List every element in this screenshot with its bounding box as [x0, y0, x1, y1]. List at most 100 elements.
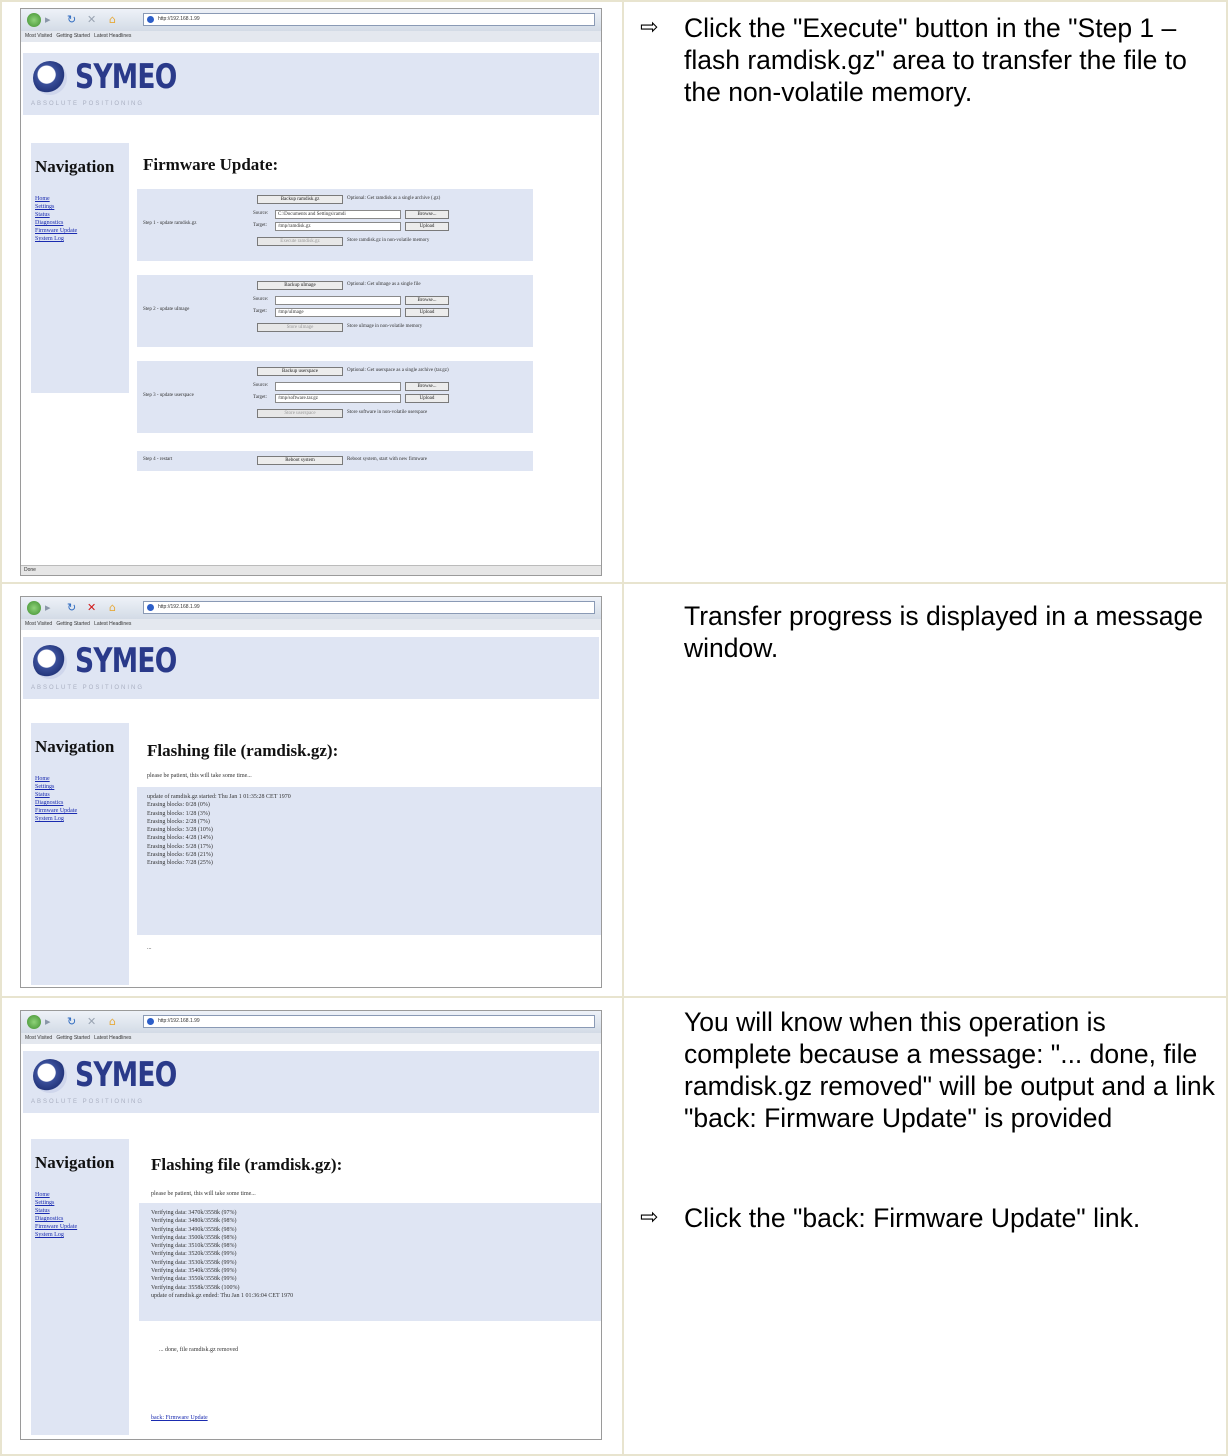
- bookmark-most-visited[interactable]: Most Visited: [25, 621, 52, 627]
- home-icon[interactable]: ⌂: [109, 601, 116, 615]
- url-bar[interactable]: http://192.168.1.99: [143, 13, 595, 26]
- reload-icon[interactable]: ↻: [67, 601, 76, 615]
- step-3-label: Step 3 - update userspace: [143, 393, 194, 398]
- browse-button[interactable]: Browse...: [405, 210, 449, 219]
- nav-link-settings[interactable]: Settings: [35, 1199, 77, 1207]
- browse-button[interactable]: Browse...: [405, 296, 449, 305]
- bookmark-getting-started[interactable]: Getting Started: [56, 33, 90, 39]
- nav-link-firmware-update[interactable]: Firmware Update: [35, 227, 77, 235]
- nav-link-diagnostics[interactable]: Diagnostics: [35, 1215, 77, 1223]
- browse-button[interactable]: Browse...: [405, 382, 449, 391]
- forward-icon[interactable]: ▸: [45, 13, 51, 27]
- nav-link-system-log[interactable]: System Log: [35, 815, 77, 823]
- logo-icon: [33, 1059, 67, 1093]
- ellipsis-text: ...: [147, 945, 152, 951]
- arrow-icon: ⇨: [640, 1205, 659, 1230]
- patience-notice: please be patient, this will take some t…: [147, 773, 252, 779]
- target-input[interactable]: /tmp/uImage: [275, 308, 401, 317]
- instruction-complete: You will know when this operation is com…: [640, 1006, 1220, 1134]
- bookmark-latest-headlines[interactable]: Latest Headlines: [94, 1035, 131, 1041]
- execute-note: Store software in non-volatile userspace: [347, 410, 428, 415]
- execute-button[interactable]: Store userspace: [257, 409, 343, 418]
- instruction-text: Click the "Execute" button in the "Step …: [684, 13, 1187, 107]
- logo-subtitle: ABSOLUTE POSITIONING: [31, 685, 145, 691]
- logo-subtitle: ABSOLUTE POSITIONING: [31, 101, 145, 107]
- sidebar: Navigation Home Settings Status Diagnost…: [31, 143, 129, 393]
- nav-link-firmware-update[interactable]: Firmware Update: [35, 1223, 77, 1231]
- bookmark-most-visited[interactable]: Most Visited: [25, 1035, 52, 1041]
- execute-button[interactable]: Execute ramdisk.gz: [257, 237, 343, 246]
- reload-icon[interactable]: ↻: [67, 13, 76, 27]
- upload-button[interactable]: Upload: [405, 222, 449, 231]
- source-input[interactable]: [275, 296, 401, 305]
- url-text: http://192.168.1.99: [158, 1018, 200, 1024]
- url-text: http://192.168.1.99: [158, 16, 200, 22]
- nav-link-settings[interactable]: Settings: [35, 783, 77, 791]
- bookmark-getting-started[interactable]: Getting Started: [56, 1035, 90, 1041]
- execute-button[interactable]: Store uImage: [257, 323, 343, 332]
- browser-toolbar: ▸ ↻ ✕ ⌂ http://192.168.1.99: [21, 1011, 601, 1033]
- source-input[interactable]: C:\Documents and Settings\ramdi: [275, 210, 401, 219]
- nav-link-firmware-update[interactable]: Firmware Update: [35, 807, 77, 815]
- step-4-label: Step 4 - restart: [143, 457, 173, 462]
- back-icon[interactable]: [27, 13, 41, 27]
- browser-toolbar: ▸ ↻ ✕ ⌂ http://192.168.1.99: [21, 597, 601, 619]
- nav-link-home[interactable]: Home: [35, 195, 77, 203]
- nav-link-home[interactable]: Home: [35, 775, 77, 783]
- table-rule: [0, 582, 1228, 584]
- home-icon[interactable]: ⌂: [109, 13, 116, 27]
- stop-icon[interactable]: ✕: [87, 601, 96, 615]
- back-firmware-update-link[interactable]: back: Firmware Update: [151, 1415, 208, 1421]
- stop-icon[interactable]: ✕: [87, 1015, 96, 1029]
- upload-button[interactable]: Upload: [405, 394, 449, 403]
- nav-link-status[interactable]: Status: [35, 791, 77, 799]
- nav-link-diagnostics[interactable]: Diagnostics: [35, 799, 77, 807]
- screenshot-flashing-done: ▸ ↻ ✕ ⌂ http://192.168.1.99 Most Visited…: [20, 1010, 602, 1440]
- table-rule: [0, 0, 2, 1456]
- instruction-text: You will know when this operation is com…: [684, 1007, 1215, 1133]
- nav-link-diagnostics[interactable]: Diagnostics: [35, 219, 77, 227]
- bookmark-getting-started[interactable]: Getting Started: [56, 621, 90, 627]
- target-input[interactable]: /tmp/ramdisk.gz: [275, 222, 401, 231]
- backup-userspace-button[interactable]: Backup userspace: [257, 367, 343, 376]
- upload-button[interactable]: Upload: [405, 308, 449, 317]
- reload-icon[interactable]: ↻: [67, 1015, 76, 1029]
- nav-link-home[interactable]: Home: [35, 1191, 77, 1199]
- nav-links: Home Settings Status Diagnostics Firmwar…: [35, 775, 77, 823]
- stop-icon[interactable]: ✕: [87, 13, 96, 27]
- forward-icon[interactable]: ▸: [45, 601, 51, 615]
- log-line: Erasing blocks: 6/28 (21%): [147, 852, 213, 859]
- log-line: Erasing blocks: 2/28 (7%): [147, 818, 210, 825]
- nav-link-status[interactable]: Status: [35, 211, 77, 219]
- nav-link-settings[interactable]: Settings: [35, 203, 77, 211]
- backup-ramdisk-button[interactable]: Backup ramdisk.gz: [257, 195, 343, 204]
- log-line: update of ramdisk.gz started: Thu Jan 1 …: [147, 794, 291, 800]
- sidebar: Navigation Home Settings Status Diagnost…: [31, 723, 129, 985]
- source-input[interactable]: [275, 382, 401, 391]
- url-bar[interactable]: http://192.168.1.99: [143, 1015, 595, 1028]
- nav-link-system-log[interactable]: System Log: [35, 1231, 77, 1239]
- nav-link-system-log[interactable]: System Log: [35, 235, 77, 243]
- home-icon[interactable]: ⌂: [109, 1015, 116, 1029]
- step-1-area: Step 1 - update ramdisk.gz Backup ramdis…: [137, 189, 533, 261]
- instruction-execute: ⇨ Click the "Execute" button in the "Ste…: [640, 12, 1220, 108]
- backup-uimage-button[interactable]: Backup uImage: [257, 281, 343, 290]
- logo-icon: [33, 61, 67, 95]
- url-bar[interactable]: http://192.168.1.99: [143, 601, 595, 614]
- bookmark-latest-headlines[interactable]: Latest Headlines: [94, 33, 131, 39]
- execute-note: Store ramdisk.gz in non-volatile memory: [347, 238, 430, 243]
- bookmark-most-visited[interactable]: Most Visited: [25, 33, 52, 39]
- bookmarks-bar: Most Visited Getting Started Latest Head…: [21, 31, 601, 42]
- nav-link-status[interactable]: Status: [35, 1207, 77, 1215]
- log-line: Verifying data: 3550k/3558k (99%): [151, 1276, 237, 1283]
- back-icon[interactable]: [27, 601, 41, 615]
- progress-log: Verifying data: 3470k/3558k (97%) Verify…: [151, 1209, 293, 1300]
- target-label: Target:: [253, 395, 267, 400]
- reboot-button[interactable]: Reboot system: [257, 456, 343, 465]
- nav-links: Home Settings Status Diagnostics Firmwar…: [35, 195, 77, 243]
- forward-icon[interactable]: ▸: [45, 1015, 51, 1029]
- back-icon[interactable]: [27, 1015, 41, 1029]
- target-input[interactable]: /tmp/software.tar.gz: [275, 394, 401, 403]
- target-label: Target:: [253, 223, 267, 228]
- bookmark-latest-headlines[interactable]: Latest Headlines: [94, 621, 131, 627]
